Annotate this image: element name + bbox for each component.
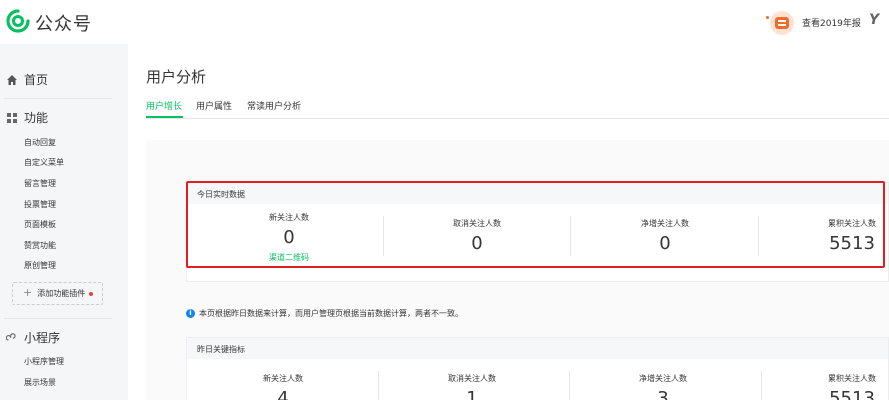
- metric-label: 新关注人数: [263, 374, 303, 383]
- metric-divider: [761, 371, 762, 400]
- annual-report-avatar[interactable]: [770, 11, 794, 35]
- sidebar-item-comments[interactable]: 留言管理: [24, 178, 56, 189]
- sidebar-item-miniprogram-manage[interactable]: 小程序管理: [24, 356, 64, 367]
- add-plugin-label: 添加功能插件: [37, 289, 86, 298]
- y-logo-icon[interactable]: Y: [869, 12, 879, 28]
- sidebar-item-votes[interactable]: 投票管理: [24, 199, 56, 210]
- grid-icon: [7, 112, 17, 123]
- yesterday-key-metrics-card: 昨日关键指标 新关注人数 4 取消关注人数 1 净增关注人数 3 累积关注人数 …: [186, 337, 889, 400]
- notice-text: 本页根据昨日数据来计算，而用户管理页根据当前数据计算，两者不一致。: [199, 309, 463, 318]
- tab-user-attributes[interactable]: 用户属性: [196, 99, 232, 112]
- sidebar-item-original[interactable]: 原创管理: [24, 260, 56, 271]
- sidebar-home-label: 首页: [24, 73, 49, 87]
- metric-divider: [378, 371, 379, 400]
- sidebar-item-display-scenes[interactable]: 展示场景: [24, 377, 56, 388]
- wechat-logo-icon[interactable]: [6, 9, 30, 33]
- decoration-dot: [766, 16, 769, 19]
- sidebar-section-miniprogram: 小程序: [6, 329, 60, 346]
- metric-divider: [569, 371, 570, 400]
- info-icon: i: [186, 309, 195, 318]
- sidebar-divider: [4, 318, 112, 319]
- page-title: 用户分析: [146, 68, 207, 86]
- sidebar-item-home[interactable]: 首页: [6, 71, 48, 88]
- highlight-box: [186, 181, 885, 268]
- miniprogram-icon: [6, 332, 16, 341]
- tab-user-growth[interactable]: 用户增长: [146, 99, 182, 112]
- metric-unfollows: 取消关注人数 1: [432, 373, 512, 400]
- brand-title[interactable]: 公众号: [35, 10, 92, 36]
- metric-value: 1: [466, 388, 478, 400]
- add-plugin-button[interactable]: + 添加功能插件: [12, 282, 103, 305]
- sidebar-item-page-templates[interactable]: 页面模板: [24, 219, 56, 230]
- metric-value: 5513: [829, 388, 875, 400]
- sidebar-section-features: 功能: [6, 109, 48, 126]
- tab-frequent-readers[interactable]: 常读用户分析: [247, 99, 301, 112]
- metric-net-growth: 净增关注人数 3: [623, 373, 703, 400]
- metric-value: 3: [657, 388, 669, 400]
- metric-label: 累积关注人数: [828, 374, 876, 383]
- annual-report-link[interactable]: 查看2019年报: [802, 16, 861, 29]
- metric-label: 取消关注人数: [448, 374, 496, 383]
- plus-icon: +: [23, 286, 33, 299]
- sidebar-item-auto-reply[interactable]: 自动回复: [24, 137, 56, 148]
- tab-divider: [146, 118, 889, 119]
- metric-new-followers: 新关注人数 4: [243, 373, 323, 400]
- metric-label: 净增关注人数: [639, 374, 687, 383]
- yesterday-card-header: 昨日关键指标: [187, 338, 888, 359]
- metric-value: 4: [277, 388, 289, 400]
- metric-total-followers: 累积关注人数 5513: [812, 373, 889, 400]
- notification-dot: [89, 291, 94, 296]
- top-bar: 公众号 查看2019年报 Y: [0, 0, 889, 44]
- sidebar-item-rewards[interactable]: 赞赏功能: [24, 240, 56, 251]
- sidebar-item-custom-menu[interactable]: 自定义菜单: [24, 157, 64, 168]
- sidebar-features-label: 功能: [24, 111, 49, 125]
- sidebar-divider: [4, 98, 112, 99]
- sidebar-miniprogram-label: 小程序: [24, 331, 61, 345]
- data-notice: i 本页根据昨日数据来计算，而用户管理页根据当前数据计算，两者不一致。: [186, 308, 463, 319]
- home-icon: [7, 74, 17, 85]
